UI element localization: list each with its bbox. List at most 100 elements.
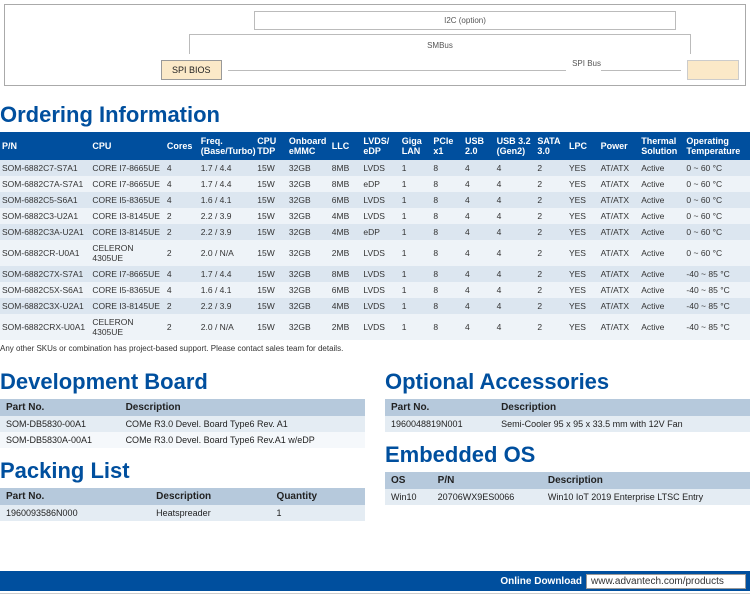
table-cell: 1: [400, 224, 432, 240]
table-cell: 0 ~ 60 °C: [684, 192, 750, 208]
table-cell: 8MB: [330, 176, 362, 192]
table-cell: 4: [165, 160, 199, 176]
table-cell: 1.6 / 4.1: [199, 192, 255, 208]
table-cell: 2: [535, 224, 567, 240]
table-cell: Active: [639, 282, 684, 298]
table-cell: 32GB: [287, 208, 330, 224]
table-cell: Active: [639, 266, 684, 282]
col-header: Description: [150, 488, 270, 505]
table-cell: CORE I3-8145UE: [90, 224, 165, 240]
bus-smbus-label: SMBus: [190, 41, 690, 50]
table-cell: YES: [567, 160, 599, 176]
table-cell: LVDS: [361, 160, 399, 176]
table-cell: 2: [535, 192, 567, 208]
table-cell: 1960093586N000: [0, 505, 150, 521]
table-cell: YES: [567, 208, 599, 224]
dev-board-table: Part No.Description SOM-DB5830-00A1COMe …: [0, 399, 365, 448]
table-cell: 2: [165, 298, 199, 314]
table-row: Win1020706WX9ES0066Win10 IoT 2019 Enterp…: [385, 489, 750, 505]
table-cell: CELERON 4305UE: [90, 314, 165, 340]
table-cell: 1960048819N001: [385, 416, 495, 432]
table-cell: SOM-6882C5X-S6A1: [0, 282, 90, 298]
table-cell: 8MB: [330, 266, 362, 282]
table-cell: CORE I5-8365UE: [90, 282, 165, 298]
table-cell: CORE I5-8365UE: [90, 192, 165, 208]
table-cell: 4: [495, 240, 536, 266]
table-cell: 2.0 / N/A: [199, 240, 255, 266]
table-cell: 8MB: [330, 160, 362, 176]
table-row: SOM-6882C3A-U2A1CORE I3-8145UE22.2 / 3.9…: [0, 224, 750, 240]
table-cell: 8: [431, 266, 463, 282]
col-header: Freq. (Base/Turbo): [199, 132, 255, 160]
col-header: Onboard eMMC: [287, 132, 330, 160]
table-cell: 8: [431, 240, 463, 266]
col-header: Part No.: [0, 399, 120, 416]
table-row: SOM-6882C7-S7A1CORE I7-8665UE41.7 / 4.41…: [0, 160, 750, 176]
col-header: LLC: [330, 132, 362, 160]
table-cell: 15W: [255, 224, 287, 240]
table-cell: Active: [639, 160, 684, 176]
table-cell: 2: [535, 240, 567, 266]
table-cell: 15W: [255, 298, 287, 314]
table-cell: Win10 IoT 2019 Enterprise LTSC Entry: [542, 489, 750, 505]
table-cell: COMe R3.0 Devel. Board Type6 Rev. A1: [120, 416, 365, 432]
table-cell: 15W: [255, 160, 287, 176]
table-cell: 4: [463, 208, 495, 224]
table-cell: 2: [535, 176, 567, 192]
table-cell: 1.6 / 4.1: [199, 282, 255, 298]
table-cell: LVDS: [361, 314, 399, 340]
table-cell: 4: [463, 160, 495, 176]
table-row: 1960093586N000Heatspreader1: [0, 505, 365, 521]
table-cell: Active: [639, 192, 684, 208]
table-cell: SOM-DB5830A-00A1: [0, 432, 120, 448]
table-cell: Active: [639, 298, 684, 314]
table-cell: 32GB: [287, 282, 330, 298]
table-cell: SOM-6882C7A-S7A1: [0, 176, 90, 192]
table-cell: 4: [495, 192, 536, 208]
table-cell: 4: [495, 160, 536, 176]
table-row: SOM-6882CRX-U0A1CELERON 4305UE22.0 / N/A…: [0, 314, 750, 340]
table-cell: 15W: [255, 192, 287, 208]
table-cell: AT/ATX: [599, 208, 640, 224]
table-cell: 1.7 / 4.4: [199, 266, 255, 282]
table-cell: 2: [535, 208, 567, 224]
table-cell: 0 ~ 60 °C: [684, 160, 750, 176]
col-header: Giga LAN: [400, 132, 432, 160]
table-cell: 32GB: [287, 160, 330, 176]
table-cell: AT/ATX: [599, 298, 640, 314]
col-header: Part No.: [385, 399, 495, 416]
table-cell: 4: [495, 282, 536, 298]
col-header: SATA 3.0: [535, 132, 567, 160]
footer-url: www.advantech.com/products: [586, 574, 746, 589]
table-cell: Active: [639, 240, 684, 266]
table-cell: 6MB: [330, 192, 362, 208]
table-cell: LVDS: [361, 240, 399, 266]
table-cell: 2: [535, 266, 567, 282]
table-cell: 2: [535, 298, 567, 314]
ordering-note: Any other SKUs or combination has projec…: [0, 344, 750, 353]
table-cell: 2.0 / N/A: [199, 314, 255, 340]
table-cell: 4: [165, 176, 199, 192]
table-cell: 1: [400, 282, 432, 298]
table-cell: Active: [639, 314, 684, 340]
table-cell: Active: [639, 176, 684, 192]
table-cell: YES: [567, 266, 599, 282]
col-header: LVDS/ eDP: [361, 132, 399, 160]
table-cell: 8: [431, 298, 463, 314]
table-cell: Win10: [385, 489, 432, 505]
table-cell: 4: [463, 176, 495, 192]
table-cell: CORE I3-8145UE: [90, 298, 165, 314]
table-cell: 1: [271, 505, 365, 521]
table-row: SOM-DB5830A-00A1COMe R3.0 Devel. Board T…: [0, 432, 365, 448]
col-header: Description: [495, 399, 750, 416]
table-row: SOM-DB5830-00A1COMe R3.0 Devel. Board Ty…: [0, 416, 365, 432]
table-cell: 1: [400, 192, 432, 208]
table-cell: -40 ~ 85 °C: [684, 298, 750, 314]
table-cell: CORE I7-8665UE: [90, 266, 165, 282]
table-cell: -40 ~ 85 °C: [684, 314, 750, 340]
table-row: SOM-6882CR-U0A1CELERON 4305UE22.0 / N/A1…: [0, 240, 750, 266]
table-cell: 4: [463, 314, 495, 340]
col-header: CPU TDP: [255, 132, 287, 160]
col-header: Quantity: [271, 488, 365, 505]
table-cell: SOM-6882CRX-U0A1: [0, 314, 90, 340]
